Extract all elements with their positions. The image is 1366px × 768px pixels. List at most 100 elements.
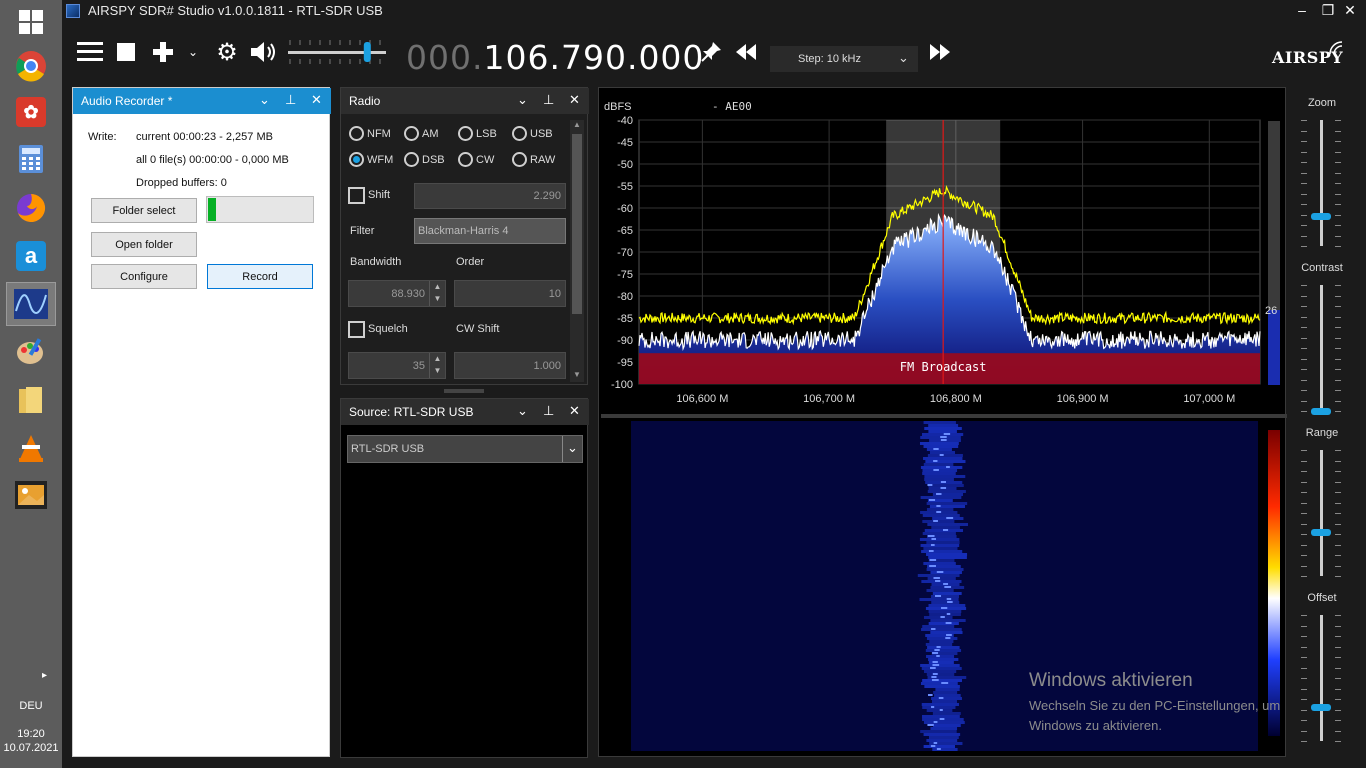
scrollbar-thumb[interactable]	[572, 134, 582, 314]
photos-icon[interactable]	[6, 473, 56, 517]
stop-icon[interactable]	[114, 38, 138, 66]
mode-wfm-radio[interactable]: WFM	[349, 152, 393, 167]
clock[interactable]: 19:20 10.07.2021	[0, 727, 62, 755]
contrast-slider[interactable]	[1320, 285, 1323, 411]
waterfall-line	[928, 736, 959, 739]
squelch-checkbox[interactable]	[348, 321, 365, 338]
paint-icon[interactable]	[6, 330, 56, 374]
mode-label: LSB	[476, 127, 497, 140]
radio-scrollbar[interactable]: ▲ ▼	[570, 120, 584, 382]
mode-cw-radio[interactable]: CW	[458, 152, 494, 167]
close-icon[interactable]: ✕	[569, 403, 580, 419]
scroll-up-icon[interactable]: ▲	[571, 120, 583, 129]
waterfall-speck	[933, 742, 938, 744]
chrome-icon[interactable]	[6, 44, 56, 88]
close-icon[interactable]: ✕	[311, 92, 322, 108]
shift-checkbox[interactable]	[348, 187, 365, 204]
amazon-a-icon[interactable]: a	[6, 234, 56, 278]
contrast-slider-thumb[interactable]	[1311, 408, 1331, 415]
pin-icon[interactable]	[698, 38, 724, 66]
y-tick-label: -50	[617, 159, 633, 171]
chevron-down-icon[interactable]: ⌄	[517, 403, 528, 419]
fast-forward-icon[interactable]	[926, 38, 954, 66]
gear-icon[interactable]: ⚙	[212, 38, 242, 66]
mode-dsb-radio[interactable]: DSB	[404, 152, 445, 167]
chevron-right-icon[interactable]: ▸	[42, 670, 47, 681]
windows-start-icon[interactable]	[6, 0, 56, 44]
chevron-down-icon[interactable]: ⌄	[259, 92, 270, 108]
firefox-icon[interactable]	[6, 186, 56, 230]
radio-header[interactable]: Radio ⌄ ⊥ ✕	[341, 88, 589, 114]
spectrum-area[interactable]: -40 -45 -50 -55 -60 -65 -70 -75 -80 -85 -90 -95 -100…	[598, 87, 1287, 758]
range-slider-thumb[interactable]	[1311, 528, 1331, 536]
close-icon[interactable]: ✕	[1334, 0, 1366, 22]
range-slider[interactable]	[1320, 450, 1323, 576]
chevron-down-icon[interactable]: ⌄	[184, 38, 202, 66]
splitter-handle[interactable]	[444, 389, 484, 393]
chevron-down-icon[interactable]: ⌄	[517, 92, 528, 108]
slider-tick	[1301, 214, 1307, 216]
waterfall-speck	[930, 745, 936, 747]
audio-recorder-header[interactable]: Audio Recorder * ⌄ ⊥ ✕	[73, 88, 331, 114]
mode-usb-radio[interactable]: USB	[512, 126, 553, 141]
bandwidth-spinner[interactable]: ▲ ▼	[429, 281, 445, 306]
configure-button[interactable]: Configure	[91, 264, 197, 289]
source-header[interactable]: Source: RTL-SDR USB ⌄ ⊥ ✕	[341, 399, 589, 425]
volume-slider[interactable]	[288, 38, 388, 66]
speaker-icon[interactable]	[248, 38, 278, 66]
order-field[interactable]: 10	[454, 280, 566, 307]
zoom-slider-thumb[interactable]	[1311, 212, 1331, 220]
waterfall-line	[923, 445, 959, 448]
pin-icon[interactable]: ⊥	[543, 92, 554, 108]
record-button[interactable]: Record	[207, 264, 313, 289]
spectrum-chart[interactable]: -40 -45 -50 -55 -60 -65 -70 -75 -80 -85 -90 -95 -100…	[599, 88, 1287, 758]
mode-nfm-radio[interactable]: NFM	[349, 126, 391, 141]
mode-am-radio[interactable]: AM	[404, 126, 439, 141]
calculator-icon[interactable]	[6, 137, 56, 181]
waterfall-speck	[940, 616, 945, 618]
slider-tick	[1301, 295, 1307, 297]
mode-lsb-radio[interactable]: LSB	[458, 126, 497, 141]
open-folder-button[interactable]: Open folder	[91, 232, 197, 257]
cw-shift-field[interactable]: 1.000	[454, 352, 566, 379]
scroll-down-icon[interactable]: ▼	[571, 370, 583, 379]
slider-tick	[1335, 544, 1341, 546]
frequency-main-digits: 106.790.000	[483, 38, 705, 77]
file-explorer-icon[interactable]	[6, 378, 56, 422]
step-select[interactable]: Step: 10 kHz ⌄	[770, 46, 918, 72]
slider-tick	[1301, 337, 1307, 339]
waterfall-line	[922, 469, 958, 472]
app-red-icon[interactable]: ✿	[6, 90, 56, 134]
slider-tick	[1335, 172, 1341, 174]
shift-field[interactable]: 2.290	[414, 183, 566, 209]
vlc-icon[interactable]	[6, 426, 56, 470]
mode-raw-radio[interactable]: RAW	[512, 152, 555, 167]
waterfall-line	[921, 580, 962, 583]
slider-tick	[1335, 348, 1341, 349]
offset-slider[interactable]	[1320, 615, 1323, 741]
folder-select-button[interactable]: Folder select	[91, 198, 197, 223]
pin-icon[interactable]: ⊥	[285, 92, 296, 108]
pin-icon[interactable]: ⊥	[543, 403, 554, 419]
rewind-icon[interactable]	[732, 38, 760, 66]
sdr-sharp-icon[interactable]	[6, 282, 56, 326]
waterfall-line	[920, 730, 957, 733]
slider-tick	[1301, 523, 1307, 525]
close-icon[interactable]: ✕	[569, 92, 580, 108]
waterfall-line	[928, 658, 959, 661]
frequency-display[interactable]: 000.106.790.000	[406, 38, 704, 77]
waterfall-line	[933, 691, 958, 694]
waterfall-speck	[928, 694, 933, 696]
waterfall-speck	[940, 487, 947, 489]
waterfall-line	[927, 646, 960, 649]
window-title: AIRSPY SDR# Studio v1.0.0.1811 - RTL-SDR…	[88, 3, 383, 18]
waterfall-line	[920, 544, 960, 547]
filter-select[interactable]: Blackman-Harris 4	[414, 218, 566, 244]
source-device-select[interactable]: RTL-SDR USB ⌄	[347, 435, 583, 463]
language-indicator[interactable]: DEU	[0, 700, 62, 712]
squelch-spinner[interactable]: ▲ ▼	[429, 353, 445, 378]
zoom-slider[interactable]	[1320, 120, 1323, 246]
add-icon[interactable]	[150, 38, 176, 66]
waterfall-speck	[941, 682, 949, 684]
menu-icon[interactable]	[76, 38, 104, 66]
